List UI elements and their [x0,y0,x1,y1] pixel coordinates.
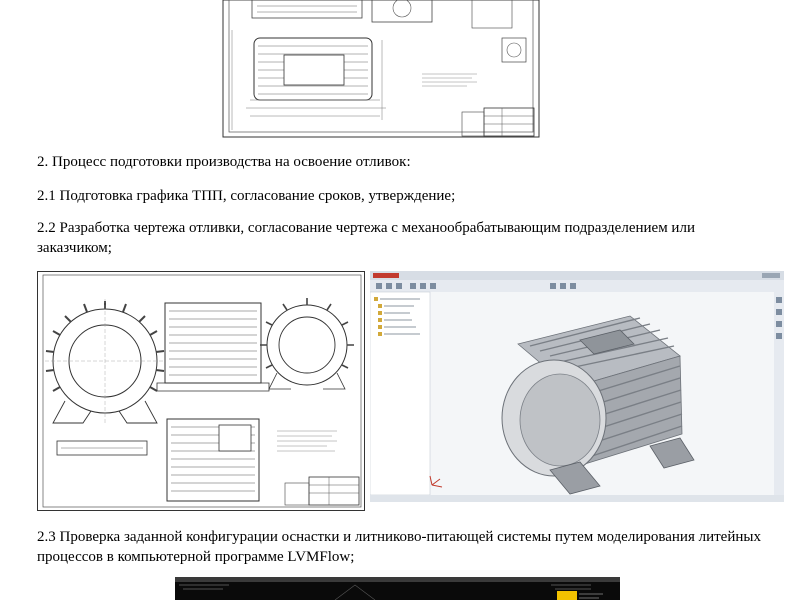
section-2-1-text: 2.1 Подготовка графика ТПП, согласование… [37,188,456,204]
engineering-drawing-icon [222,0,540,138]
section-2-2-text: 2.2 Разработка чертежа отливки, согласов… [37,220,695,256]
drawing-sheet-figure [37,271,365,511]
cad-model-icon [370,271,784,502]
section-2-heading: 2. Процесс подготовки производства на ос… [37,154,411,170]
simulation-window-figure [175,577,620,600]
simulation-icon [175,577,620,600]
section-2-3-text: 2.3 Проверка заданной конфигурации оснас… [37,529,761,565]
cad-window-figure [370,271,784,502]
engineering-drawing-icon [37,271,365,511]
top-drawing-figure [222,0,540,138]
